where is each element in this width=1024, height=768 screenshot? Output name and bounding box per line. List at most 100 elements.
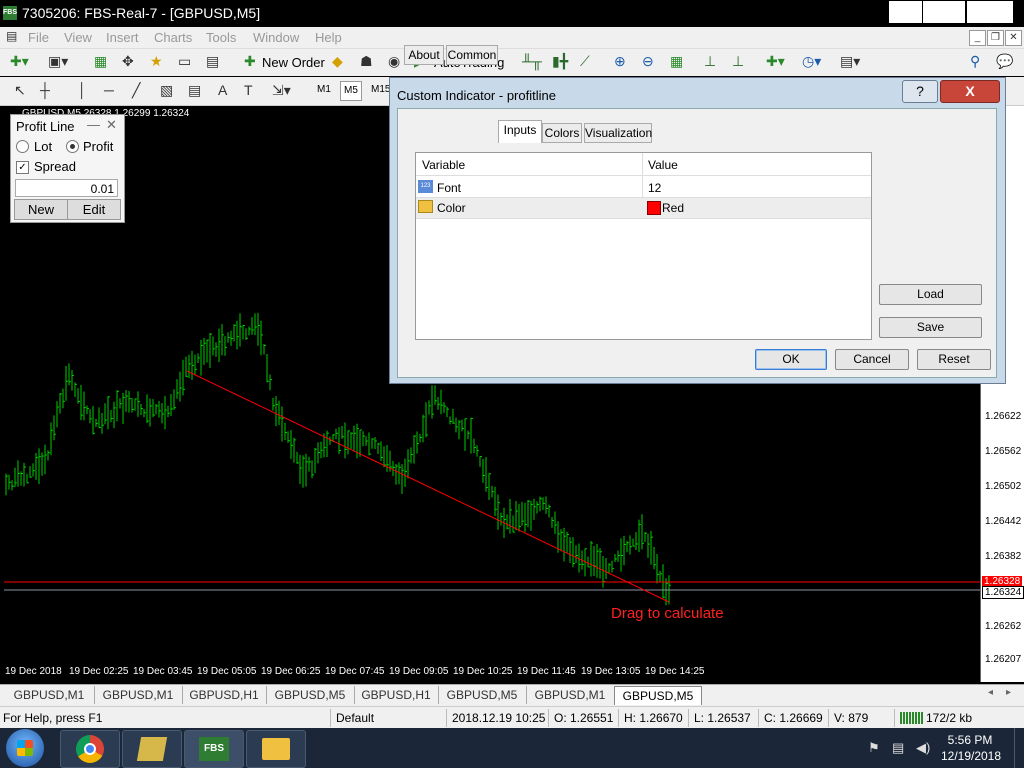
row-font-value[interactable]: 12 — [648, 181, 661, 195]
chart-tab[interactable]: GBPUSD,M1 — [526, 686, 615, 704]
new-button[interactable]: New — [14, 199, 68, 220]
help-button[interactable]: ? — [902, 80, 938, 103]
zoom-out-icon[interactable]: ⊖ — [642, 53, 654, 70]
close-button[interactable]: ✕ — [966, 0, 1014, 24]
profiles-icon[interactable]: ▣▾ — [48, 53, 68, 70]
metaeditor-icon[interactable]: ◆ — [332, 53, 343, 70]
row-color[interactable] — [416, 197, 871, 219]
chart-tab[interactable]: GBPUSD,M1 — [4, 686, 95, 704]
text-label-icon[interactable]: T — [244, 82, 253, 98]
new-chart-icon[interactable]: ✚▾ — [10, 53, 29, 70]
edit-button[interactable]: Edit — [67, 199, 121, 220]
tab-common[interactable]: Common — [446, 45, 498, 65]
indicators-icon[interactable]: ✚▾ — [766, 53, 785, 70]
arrows-icon[interactable]: ⇲▾ — [272, 82, 291, 99]
menu-view[interactable]: View — [64, 30, 92, 45]
dialog-close-button[interactable]: X — [940, 80, 1000, 103]
tile-windows-icon[interactable]: ▦ — [670, 53, 683, 70]
fibonacci-icon[interactable]: ▤ — [188, 82, 201, 99]
autoscroll-icon[interactable]: ⊥ — [732, 53, 744, 70]
templates-icon[interactable]: ▤▾ — [840, 53, 860, 70]
zoom-in-icon[interactable]: ⊕ — [614, 53, 626, 70]
tab-scroll-left-icon[interactable]: ◂ — [988, 687, 993, 698]
crosshair-tool-icon[interactable]: ┼ — [40, 82, 50, 98]
chart-tab[interactable]: GBPUSD,M1 — [94, 686, 183, 704]
chart-tab[interactable]: GBPUSD,H1 — [182, 686, 267, 704]
value-input[interactable]: 0.01 — [15, 179, 118, 197]
time-axis[interactable]: 19 Dec 2018 19 Dec 02:25 19 Dec 03:45 19… — [4, 662, 980, 682]
signals-icon[interactable]: ☗ — [360, 53, 373, 70]
chart-tab-active[interactable]: GBPUSD,M5 — [614, 686, 702, 705]
ok-button[interactable]: OK — [755, 349, 827, 370]
reset-button[interactable]: Reset — [917, 349, 991, 370]
periods-icon[interactable]: ◷▾ — [802, 53, 821, 70]
strategy-tester-icon[interactable]: ▤ — [206, 53, 219, 70]
row-font-variable[interactable]: Font — [437, 181, 461, 195]
menu-window[interactable]: Window — [253, 30, 299, 45]
navigator-icon[interactable]: ★ — [150, 53, 163, 70]
maximize-button[interactable]: ❐ — [922, 0, 966, 24]
candlestick-icon[interactable]: ▮╋ — [552, 53, 568, 70]
search-icon[interactable]: ⚲ — [970, 53, 980, 70]
text-tool-icon[interactable]: A — [218, 82, 227, 98]
save-button[interactable]: Save — [879, 317, 982, 338]
options-icon[interactable]: ◉ — [388, 53, 400, 70]
flag-icon[interactable]: ⚑ — [868, 740, 880, 756]
chrome-taskbar-button[interactable] — [60, 730, 120, 768]
equidistant-channel-icon[interactable]: ▧ — [160, 82, 173, 99]
bar-chart-icon[interactable]: ╨╥ — [522, 53, 542, 69]
document-icon[interactable]: ▤ — [6, 29, 17, 43]
mdi-minimize-button[interactable]: _ — [969, 30, 986, 46]
lot-radio[interactable] — [16, 140, 29, 153]
color-swatch[interactable] — [647, 201, 661, 215]
mdi-restore-button[interactable]: ❐ — [987, 30, 1004, 46]
chart-tab[interactable]: GBPUSD,M5 — [438, 686, 527, 704]
new-order-button[interactable]: New Order — [262, 55, 325, 70]
explorer-taskbar-button[interactable] — [246, 730, 306, 768]
line-chart-icon[interactable]: ⟋ — [580, 53, 590, 70]
trendline-icon[interactable]: ╱ — [132, 82, 140, 99]
panel-close-icon[interactable]: ✕ — [106, 117, 117, 133]
profit-radio[interactable] — [66, 140, 79, 153]
chat-icon[interactable]: 💬 — [996, 53, 1013, 70]
load-button[interactable]: Load — [879, 284, 982, 305]
start-button[interactable] — [6, 729, 44, 767]
cursor-icon[interactable]: ↖ — [14, 82, 26, 99]
show-desktop-button[interactable] — [1014, 728, 1024, 768]
row-color-value[interactable]: Red — [662, 201, 684, 215]
vertical-line-icon[interactable]: │ — [78, 82, 87, 98]
menu-charts[interactable]: Charts — [154, 30, 192, 45]
volume-icon[interactable]: ◀) — [916, 740, 930, 756]
clock-time[interactable]: 5:56 PM — [945, 733, 995, 747]
row-color-variable[interactable]: Color — [437, 201, 466, 215]
menu-tools[interactable]: Tools — [206, 30, 236, 45]
app-taskbar-button[interactable] — [122, 730, 182, 768]
profit-trend-line[interactable] — [186, 370, 670, 603]
tab-visualization[interactable]: Visualization — [584, 123, 652, 143]
tab-scroll-right-icon[interactable]: ▸ — [1006, 687, 1011, 698]
timeframe-m1-button[interactable]: M1 — [314, 81, 334, 99]
clock-date[interactable]: 12/19/2018 — [940, 749, 1002, 763]
tab-about[interactable]: About — [404, 45, 444, 65]
inputs-grid[interactable]: Variable Value 123 Font 12 Color Red — [415, 152, 872, 340]
tab-inputs[interactable]: Inputs — [498, 120, 542, 143]
horizontal-line-icon[interactable]: ─ — [104, 82, 114, 98]
spread-checkbox[interactable]: ✓ — [16, 161, 29, 174]
chart-tab[interactable]: GBPUSD,H1 — [354, 686, 439, 704]
network-icon[interactable]: ▤ — [892, 740, 904, 756]
menu-insert[interactable]: Insert — [106, 30, 139, 45]
chart-tab[interactable]: GBPUSD,M5 — [266, 686, 355, 704]
new-order-icon[interactable]: ✚ — [244, 53, 256, 70]
panel-minimize-icon[interactable]: — — [87, 117, 100, 132]
terminal-icon[interactable]: ▭ — [178, 53, 191, 70]
market-watch-icon[interactable]: ▦ — [94, 53, 107, 70]
timeframe-m5-button[interactable]: M5 — [340, 81, 362, 101]
crosshair-icon[interactable]: ✥ — [122, 53, 134, 70]
chart-shift-icon[interactable]: ⊥ — [704, 53, 716, 70]
tab-colors[interactable]: Colors — [542, 123, 582, 143]
fbs-taskbar-button[interactable]: FBS — [184, 730, 244, 768]
mdi-close-button[interactable]: ✕ — [1005, 30, 1022, 46]
menu-help[interactable]: Help — [315, 30, 342, 45]
cancel-button[interactable]: Cancel — [835, 349, 909, 370]
menu-file[interactable]: File — [28, 30, 49, 45]
